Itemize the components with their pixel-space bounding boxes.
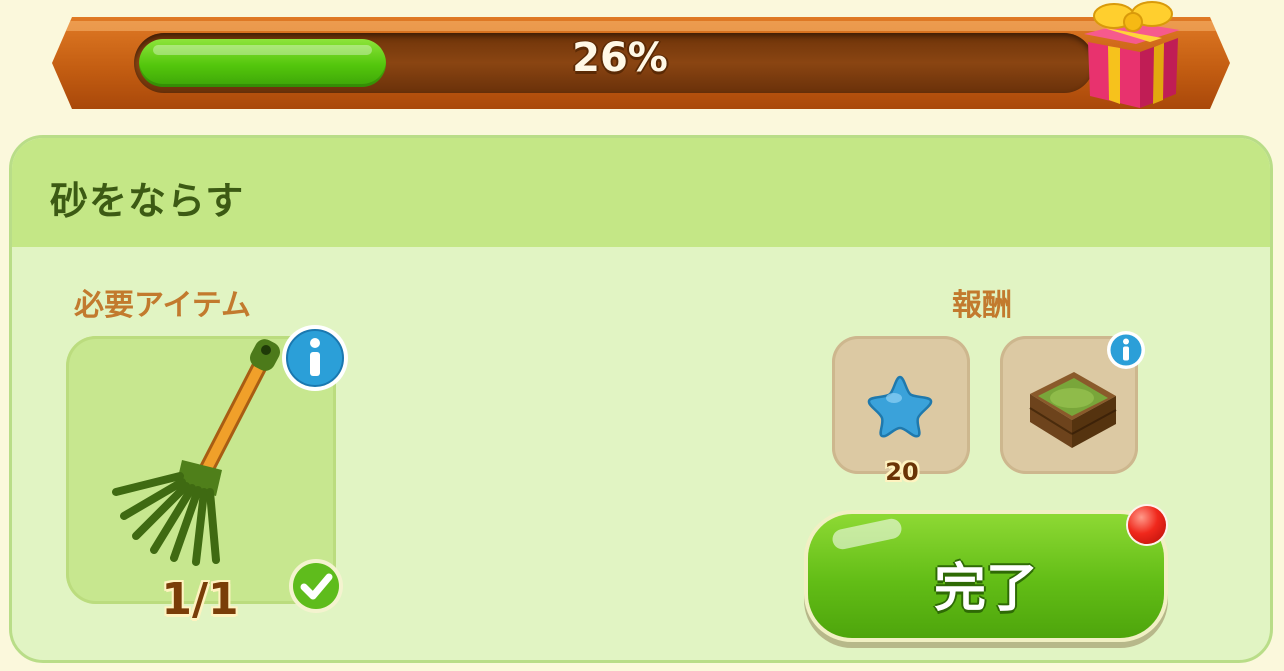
required-items-label: 必要アイテム: [74, 288, 251, 323]
task-title: 砂をならす: [50, 179, 245, 223]
notification-dot: [1128, 506, 1166, 544]
rake-icon: [112, 339, 280, 566]
reward-star-amount: 20: [885, 458, 919, 486]
task-header: 砂をならす: [12, 138, 1270, 247]
rewards-label: 報酬: [952, 288, 1012, 323]
blue-star-icon: [867, 375, 933, 438]
checkmark-icon: [289, 559, 343, 613]
sandbox-icon: [1029, 372, 1117, 448]
required-item-count: 1/1: [161, 574, 239, 625]
complete-button-label: 完了: [933, 559, 1038, 619]
info-icon[interactable]: [280, 323, 350, 393]
gift-box-icon[interactable]: [1078, 0, 1186, 112]
progress-fill: [139, 39, 386, 87]
progress-percent: 26%: [572, 35, 668, 81]
complete-button[interactable]: 完了: [808, 514, 1164, 638]
info-icon[interactable]: [1106, 330, 1146, 370]
